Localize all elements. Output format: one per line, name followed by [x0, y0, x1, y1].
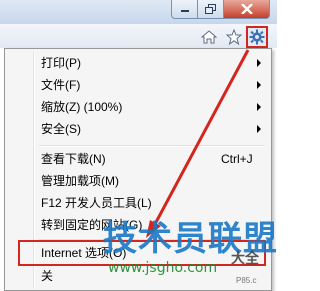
submenu-arrow-icon: [257, 125, 261, 133]
minimize-button[interactable]: [171, 0, 198, 19]
menu-item-print[interactable]: 打印(P): [7, 52, 269, 74]
submenu-arrow-icon: [257, 59, 261, 67]
ie-screenshot: 打印(P) 文件(F) 缩放(Z) (100%) 安全(S) 查看下载(N) C…: [0, 0, 277, 291]
menu-item-safety[interactable]: 安全(S): [7, 118, 269, 140]
restore-icon: [204, 4, 216, 14]
home-button[interactable]: [200, 28, 218, 46]
window-controls: [171, 0, 275, 20]
menu-item-label: 打印(P): [41, 56, 81, 70]
gear-icon: [249, 29, 265, 45]
favorites-button[interactable]: [225, 28, 243, 46]
submenu-arrow-icon: [257, 81, 261, 89]
submenu-arrow-icon: [257, 103, 261, 111]
menu-item-f12-dev-tools[interactable]: F12 开发人员工具(L): [7, 192, 269, 214]
watermark-side-text: 大全: [231, 251, 259, 267]
menu-separator: [39, 145, 265, 147]
close-button[interactable]: [224, 0, 270, 19]
watermark-url: www.jsgho.com: [108, 260, 218, 276]
menu-item-label: 文件(F): [41, 78, 81, 92]
menu-item-label: 缩放(Z) (100%): [41, 100, 123, 114]
close-icon: [240, 4, 253, 14]
menu-item-label: 安全(S): [41, 122, 81, 136]
menu-item-label: 管理加载项(M): [41, 174, 119, 188]
maximize-button[interactable]: [198, 0, 224, 19]
tools-button[interactable]: [246, 26, 268, 48]
menu-item-file[interactable]: 文件(F): [7, 74, 269, 96]
watermark-corner-text: P85.c: [236, 276, 257, 285]
menu-item-shortcut: Ctrl+J: [221, 152, 253, 166]
menu-item-view-downloads[interactable]: 查看下载(N) Ctrl+J: [7, 148, 269, 170]
menu-item-manage-addons[interactable]: 管理加载项(M): [7, 170, 269, 192]
home-icon: [201, 30, 217, 44]
menu-item-label: F12 开发人员工具(L): [41, 196, 152, 210]
menu-item-zoom[interactable]: 缩放(Z) (100%): [7, 96, 269, 118]
menu-item-label: 关: [41, 269, 54, 283]
menu-item-label: 查看下载(N): [41, 152, 106, 166]
star-icon: [226, 29, 242, 45]
minimize-icon: [180, 10, 189, 12]
